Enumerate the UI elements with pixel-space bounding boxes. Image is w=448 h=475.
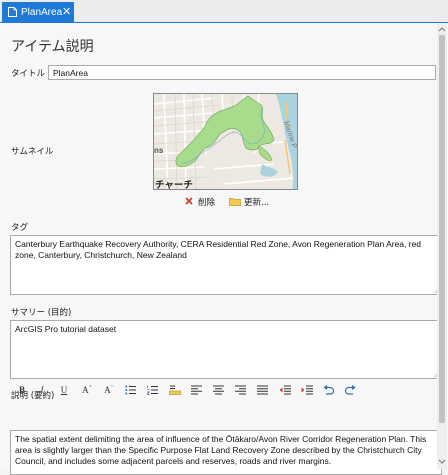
title-value: PlanArea xyxy=(53,68,88,78)
x-icon xyxy=(185,197,193,205)
align-right-button[interactable] xyxy=(234,383,248,397)
highlight-button[interactable] xyxy=(168,383,182,397)
document-icon xyxy=(8,7,17,17)
item-description-panel: アイテム説明 タイトル PlanArea サムネイル ns チャーチ Marin… xyxy=(0,23,448,469)
align-left-icon xyxy=(191,385,202,395)
map-label-left: ns xyxy=(154,146,164,155)
update-label: 更新... xyxy=(244,198,270,208)
justify-button[interactable] xyxy=(256,383,270,397)
align-left-button[interactable] xyxy=(190,383,204,397)
redo-icon xyxy=(345,385,356,395)
justify-icon xyxy=(257,385,268,395)
tab-bar: PlanArea ✕ xyxy=(0,0,448,23)
redo-button[interactable] xyxy=(344,383,358,397)
tags-textarea[interactable]: Canterbury Earthquake Recovery Authority… xyxy=(10,235,442,295)
description-textarea[interactable]: The spatial extent delimiting the area o… xyxy=(10,430,442,475)
page-title: アイテム説明 xyxy=(11,39,94,55)
title-label: タイトル xyxy=(11,69,46,79)
caret-up-icon: ⁺ xyxy=(88,385,92,391)
outdent-button[interactable] xyxy=(278,383,292,397)
align-center-button[interactable] xyxy=(212,383,226,397)
highlight-icon xyxy=(169,385,181,395)
thumbnail-label: サムネイル xyxy=(11,147,54,157)
tags-label: タグ xyxy=(11,223,29,233)
summary-label: サマリー (目的) xyxy=(11,308,72,318)
scroll-down-icon[interactable] xyxy=(437,458,447,466)
description-value: The spatial extent delimiting the area o… xyxy=(15,434,427,466)
align-right-icon xyxy=(235,385,246,395)
bullet-list-button[interactable] xyxy=(124,383,138,397)
underline-button[interactable]: U xyxy=(57,383,71,397)
numbered-list-button[interactable] xyxy=(146,383,160,397)
tab-planarea[interactable]: PlanArea ✕ xyxy=(2,2,74,22)
close-icon[interactable]: ✕ xyxy=(62,5,71,18)
summary-value: ArcGIS Pro tutorial dataset xyxy=(15,324,117,334)
title-input[interactable]: PlanArea xyxy=(48,65,436,80)
map-label-bottom: チャーチ xyxy=(155,180,193,190)
font-shrink-label: A xyxy=(104,385,111,395)
folder-icon xyxy=(229,198,241,206)
delete-label: 削除 xyxy=(198,198,216,208)
scrollbar-thumb[interactable] xyxy=(439,35,445,423)
tags-value: Canterbury Earthquake Recovery Authority… xyxy=(15,239,422,260)
scroll-up-icon[interactable] xyxy=(437,25,447,33)
tab-label: PlanArea xyxy=(21,7,63,18)
undo-icon xyxy=(323,385,334,395)
indent-icon xyxy=(301,385,313,395)
font-shrink-button[interactable]: A⁻ xyxy=(102,383,116,397)
undo-button[interactable] xyxy=(322,383,336,397)
bold-button[interactable]: B xyxy=(15,383,29,397)
thumbnail-image: ns チャーチ Marine P xyxy=(153,93,298,190)
italic-button[interactable]: I xyxy=(35,383,49,397)
numbered-list-icon xyxy=(147,385,158,395)
vertical-scrollbar[interactable] xyxy=(437,23,447,469)
font-grow-button[interactable]: A⁺ xyxy=(80,383,94,397)
bullet-list-icon xyxy=(125,385,136,395)
align-center-icon xyxy=(213,385,224,395)
font-grow-label: A xyxy=(82,385,89,395)
caret-down-icon: ⁻ xyxy=(110,385,114,391)
outdent-icon xyxy=(279,385,291,395)
summary-textarea[interactable]: ArcGIS Pro tutorial dataset xyxy=(10,320,442,379)
indent-button[interactable] xyxy=(300,383,314,397)
